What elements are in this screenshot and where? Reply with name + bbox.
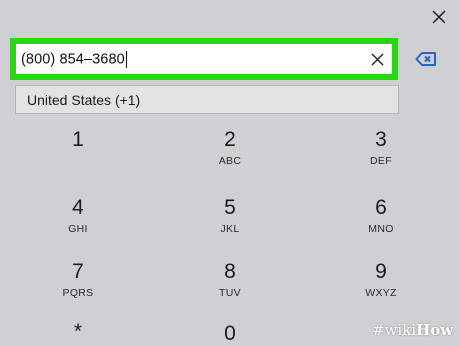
- key-5[interactable]: 5 JKL: [170, 196, 290, 256]
- key-letters: ABC: [218, 155, 242, 167]
- key-letters: TUV: [219, 287, 241, 299]
- phone-number-text-wrap: (800) 854–3680: [16, 50, 364, 68]
- key-digit: 9: [375, 260, 387, 283]
- wikihow-watermark: #wikiHow: [372, 321, 453, 339]
- key-digit: 7: [72, 260, 84, 283]
- clear-button[interactable]: [364, 46, 390, 72]
- key-1[interactable]: 1: [18, 128, 138, 188]
- key-6[interactable]: 6 MNO: [321, 196, 441, 256]
- key-digit: 0: [224, 322, 236, 345]
- phone-number-input[interactable]: (800) 854–3680: [16, 44, 392, 74]
- clear-icon: [371, 53, 383, 65]
- key-9[interactable]: 9 WXYZ: [321, 260, 441, 320]
- key-7[interactable]: 7 PQRS: [18, 260, 138, 320]
- key-digit: 4: [72, 196, 84, 219]
- watermark-part2: How: [416, 321, 454, 339]
- text-caret: [125, 50, 127, 68]
- close-icon: [432, 10, 446, 24]
- country-selector[interactable]: United States (+1): [15, 85, 399, 114]
- key-digit: 8: [224, 260, 236, 283]
- key-digit: 5: [224, 196, 236, 219]
- key-star[interactable]: *: [18, 320, 138, 345]
- key-digit: 6: [375, 196, 387, 219]
- key-0[interactable]: 0: [170, 322, 290, 345]
- key-digit: 3: [375, 128, 387, 151]
- key-digit: *: [73, 320, 83, 343]
- key-letters: DEF: [370, 155, 392, 167]
- key-3[interactable]: 3 DEF: [321, 128, 441, 188]
- key-letters: PQRS: [62, 287, 94, 299]
- key-8[interactable]: 8 TUV: [170, 260, 290, 320]
- key-letters: GHI: [68, 223, 88, 235]
- phone-number-value: (800) 854–3680: [21, 50, 125, 67]
- key-digit: 2: [224, 128, 236, 151]
- key-4[interactable]: 4 GHI: [18, 196, 138, 256]
- backspace-icon: [415, 52, 436, 66]
- key-letters: WXYZ: [365, 287, 397, 299]
- key-2[interactable]: 2 ABC: [170, 128, 290, 188]
- backspace-button[interactable]: [412, 46, 440, 72]
- key-letters: JKL: [220, 223, 240, 235]
- watermark-part1: wiki: [384, 321, 417, 339]
- phone-number-field-highlight: (800) 854–3680: [10, 38, 398, 80]
- country-label: United States (+1): [27, 91, 141, 108]
- watermark-hash: #: [372, 321, 385, 339]
- key-digit: 1: [72, 128, 84, 151]
- close-button[interactable]: [426, 4, 452, 30]
- key-letters: MNO: [368, 223, 394, 235]
